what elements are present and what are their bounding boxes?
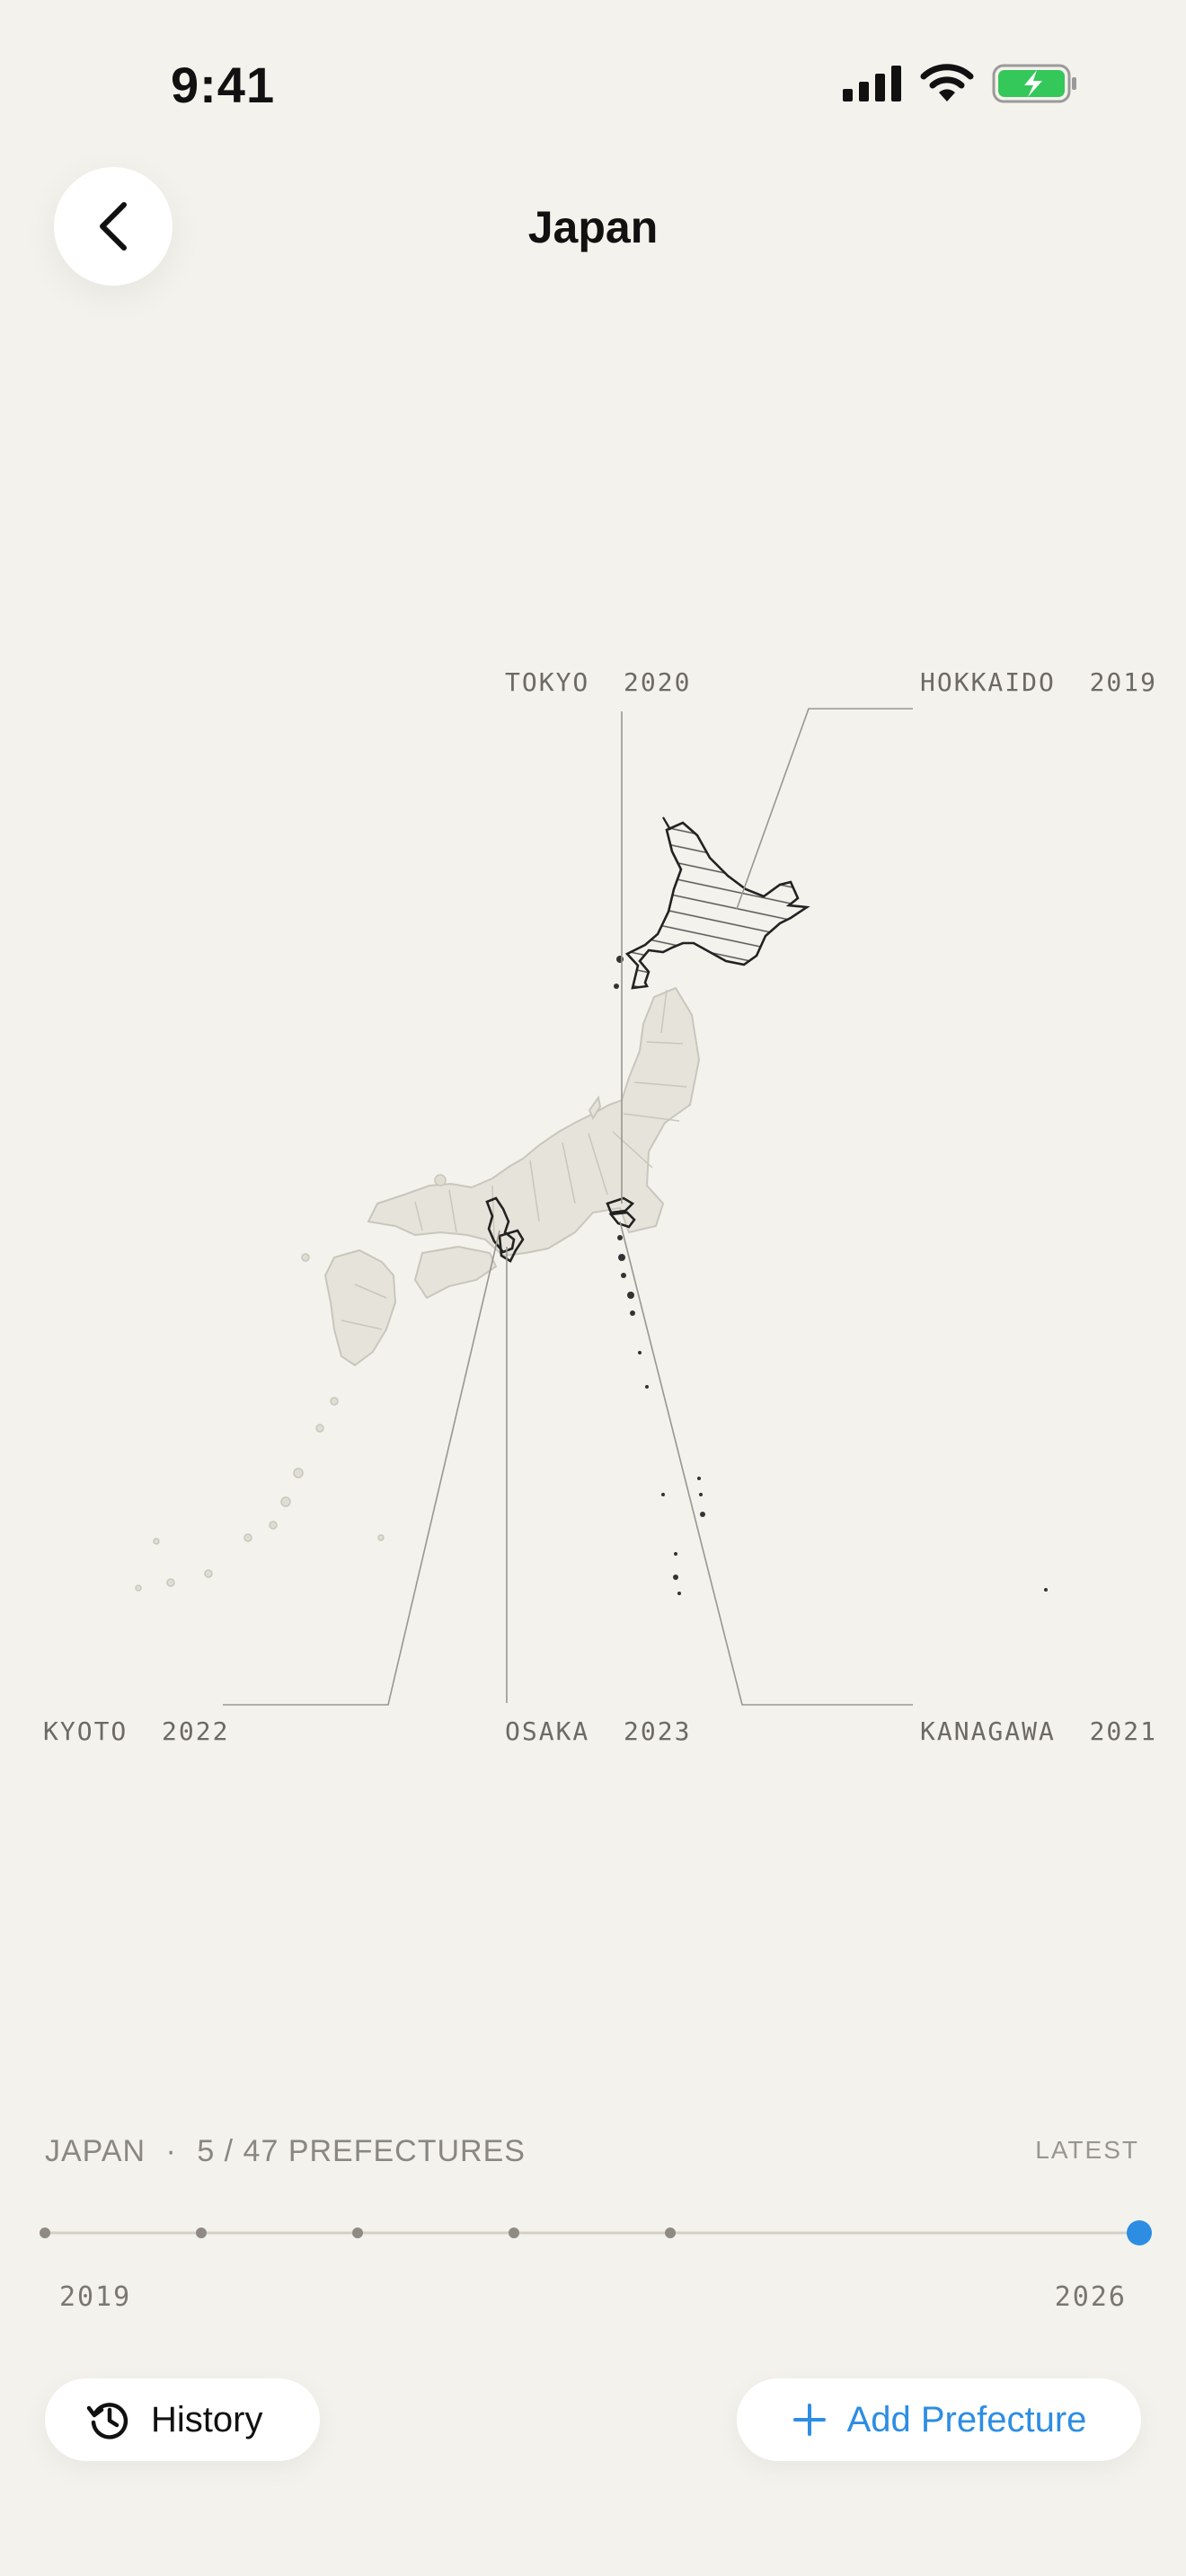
timeline-dot[interactable]	[665, 2228, 676, 2238]
page-title: Japan	[527, 202, 659, 252]
timeline-dot[interactable]	[40, 2228, 50, 2238]
kanagawa-leader	[619, 1221, 913, 1706]
japan-map	[135, 708, 1048, 1706]
plus-icon	[792, 2404, 826, 2436]
map-label-kyoto: KYOTO 2022	[43, 1716, 230, 1746]
status-icons	[843, 63, 1078, 104]
map-label-osaka: OSAKA 2023	[505, 1716, 692, 1746]
history-icon	[86, 2403, 128, 2439]
summary-separator: ·	[165, 2134, 177, 2168]
timeline-start-year: 2019	[59, 2281, 132, 2313]
hokkaido-leader	[736, 708, 913, 910]
signal-icon	[843, 66, 901, 101]
latest-label: LATEST	[1035, 2136, 1139, 2164]
history-label: History	[151, 2399, 263, 2439]
map-label-hokkaido: HOKKAIDO 2019	[920, 667, 1158, 697]
hokkaido-region	[624, 821, 810, 990]
kyushu-region	[323, 1248, 397, 1367]
history-button[interactable]: History	[45, 2378, 320, 2461]
timeline-handle[interactable]	[1127, 2220, 1152, 2245]
shikoku-region	[413, 1245, 498, 1300]
timeline-slider[interactable]	[0, 2210, 1186, 2263]
timeline-dot[interactable]	[509, 2228, 519, 2238]
progress-summary: JAPAN · 5 / 47 PREFECTURES	[45, 2134, 526, 2169]
add-prefecture-button[interactable]: Add Prefecture	[737, 2378, 1141, 2461]
battery-icon	[992, 64, 1076, 103]
prefecture-count: 5 / 47 PREFECTURES	[197, 2134, 526, 2168]
add-prefecture-label: Add Prefecture	[846, 2399, 1087, 2439]
timeline-end-year: 2026	[1054, 2281, 1127, 2313]
timeline-dot[interactable]	[352, 2228, 363, 2238]
status-time: 9:41	[171, 57, 276, 113]
map-label-kanagawa: KANAGAWA 2021	[920, 1716, 1158, 1746]
timeline-dot[interactable]	[196, 2228, 207, 2238]
country-name: JAPAN	[45, 2134, 146, 2168]
map-label-tokyo: TOKYO 2020	[505, 667, 692, 697]
wifi-icon	[920, 64, 974, 101]
